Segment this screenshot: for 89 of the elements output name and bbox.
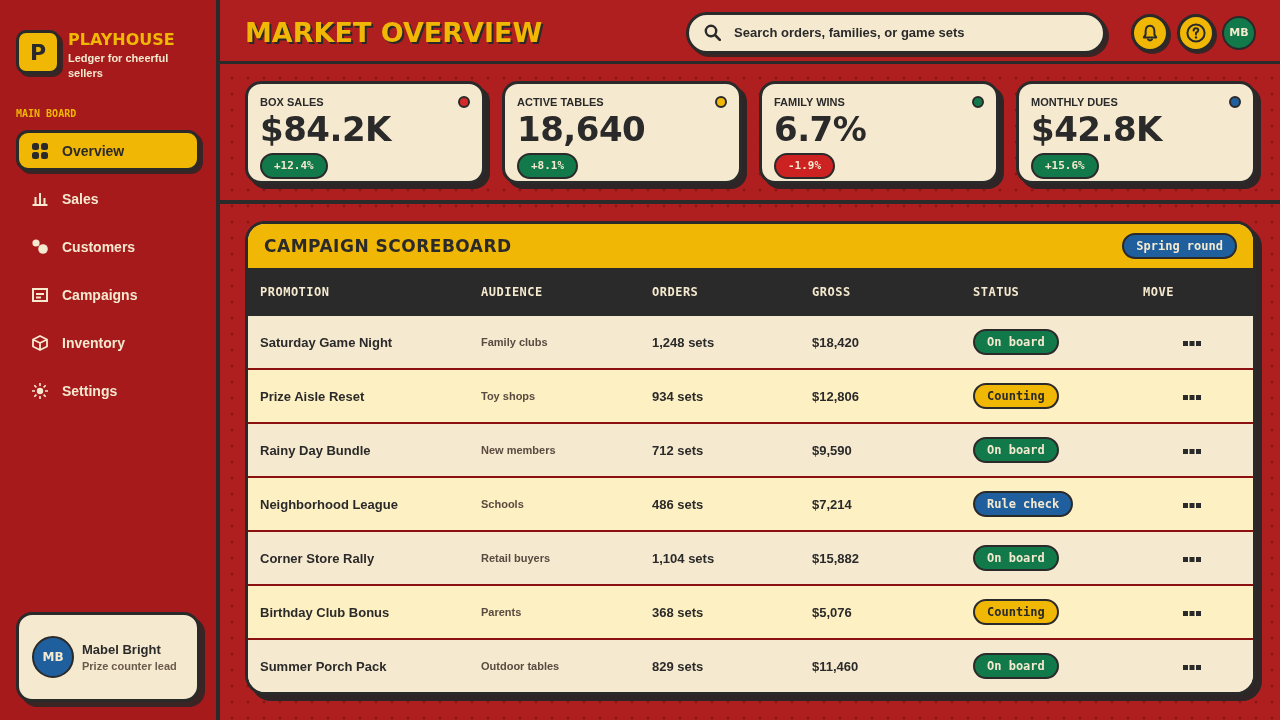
promotion-name: Neighborhood League — [260, 496, 398, 512]
promotion-name: Saturday Game Night — [260, 334, 393, 350]
help-icon — [1186, 22, 1206, 43]
scoreboard-title: CAMPAIGN SCOREBOARD — [264, 236, 512, 256]
grid-icon — [32, 142, 48, 159]
column-heading: MOVE — [1143, 285, 1174, 299]
status-tag: On board — [973, 653, 1059, 679]
kpi-label: ACTIVE TABLES — [517, 95, 604, 109]
nav-item[interactable]: Overview — [16, 130, 200, 171]
orders-count: 1,248 sets — [652, 334, 715, 350]
gross-amount: $15,882 — [812, 550, 859, 566]
kpi-value: $84.2K — [260, 110, 391, 148]
gross-amount: $18,420 — [812, 334, 859, 350]
user-avatar[interactable]: MB — [1222, 15, 1256, 50]
help-button[interactable] — [1177, 13, 1215, 52]
orders-count: 368 sets — [652, 604, 704, 620]
search-field[interactable]: Search orders, families, or game sets — [686, 11, 1106, 54]
more-icon[interactable] — [1183, 448, 1201, 454]
status-tag: On board — [973, 437, 1059, 463]
kpi-label: MONTHLY DUES — [1031, 95, 1118, 109]
column-heading: ORDERS — [652, 285, 699, 299]
audience-text: Parents — [481, 606, 522, 618]
status-tag: On board — [973, 545, 1059, 571]
user-name: Mabel Bright — [82, 642, 162, 657]
brand-name: PLAYHOUSE — [68, 30, 176, 50]
app-logo: P — [16, 30, 60, 74]
audience-text: Retail buyers — [481, 552, 551, 564]
round-tag: Spring round — [1122, 233, 1237, 259]
promotion-name: Summer Porch Pack — [260, 658, 387, 674]
circles-icon — [32, 239, 48, 254]
change-tag: +15.6% — [1031, 153, 1099, 179]
cube-icon — [32, 334, 48, 351]
gross-amount: $11,460 — [812, 658, 859, 674]
column-heading: AUDIENCE — [481, 285, 543, 299]
gross-amount: $5,076 — [812, 604, 852, 620]
column-heading: PROMOTION — [260, 285, 330, 299]
more-icon[interactable] — [1183, 556, 1201, 562]
status-tag: Counting — [973, 599, 1059, 625]
promotion-name: Birthday Club Bonus — [260, 604, 390, 620]
change-tag: -1.9% — [774, 153, 836, 179]
more-icon[interactable] — [1183, 340, 1201, 346]
kpi-label: BOX SALES — [260, 95, 324, 109]
orders-count: 712 sets — [652, 442, 704, 458]
status-tag: Counting — [973, 383, 1059, 409]
bell-icon — [1141, 23, 1159, 42]
document-icon — [32, 287, 48, 302]
change-tag: +12.4% — [260, 153, 328, 179]
kpi-value: 6.7% — [774, 110, 867, 148]
gross-amount: $9,590 — [812, 442, 852, 458]
orders-count: 486 sets — [652, 496, 704, 512]
notifications-button[interactable] — [1131, 13, 1169, 52]
orders-count: 829 sets — [652, 658, 704, 674]
settings-icon — [32, 382, 48, 399]
audience-text: Toy shops — [481, 390, 536, 402]
kpi-value: 18,640 — [517, 110, 646, 148]
audience-text: Outdoor tables — [481, 660, 560, 672]
kpi-label: FAMILY WINS — [774, 95, 845, 109]
brand-tagline: Ledger for cheerful sellers — [68, 51, 170, 81]
column-heading: STATUS — [973, 285, 1020, 299]
section-label: MAIN BOARD — [16, 108, 77, 120]
more-icon[interactable] — [1183, 502, 1201, 508]
more-icon[interactable] — [1183, 610, 1201, 616]
kpi-value: $42.8K — [1031, 110, 1162, 148]
orders-count: 934 sets — [652, 388, 704, 404]
change-tag: +8.1% — [517, 153, 579, 179]
orders-count: 1,104 sets — [652, 550, 715, 566]
column-heading: GROSS — [812, 285, 851, 299]
nav-item[interactable]: Campaigns — [16, 274, 200, 315]
promotion-name: Rainy Day Bundle — [260, 442, 371, 458]
audience-text: Schools — [481, 498, 524, 510]
nav-item[interactable]: Inventory — [16, 322, 200, 363]
page-title: MARKET OVERVIEW — [245, 16, 543, 49]
gross-amount: $7,214 — [812, 496, 852, 512]
user-avatar: MB — [32, 636, 74, 678]
nav-item[interactable]: Settings — [16, 370, 200, 411]
more-icon[interactable] — [1183, 664, 1201, 670]
nav-item[interactable]: Sales — [16, 178, 200, 219]
user-role: Prize counter lead — [82, 660, 177, 672]
audience-text: New members — [481, 444, 556, 456]
search-icon — [704, 23, 721, 41]
bar-chart-icon — [32, 191, 48, 206]
more-icon[interactable] — [1183, 394, 1201, 400]
nav-item[interactable]: Customers — [16, 226, 200, 267]
promotion-name: Prize Aisle Reset — [260, 388, 365, 404]
status-tag: On board — [973, 329, 1059, 355]
promotion-name: Corner Store Rally — [260, 550, 375, 566]
audience-text: Family clubs — [481, 336, 548, 348]
gross-amount: $12,806 — [812, 388, 859, 404]
status-tag: Rule check — [973, 491, 1074, 517]
